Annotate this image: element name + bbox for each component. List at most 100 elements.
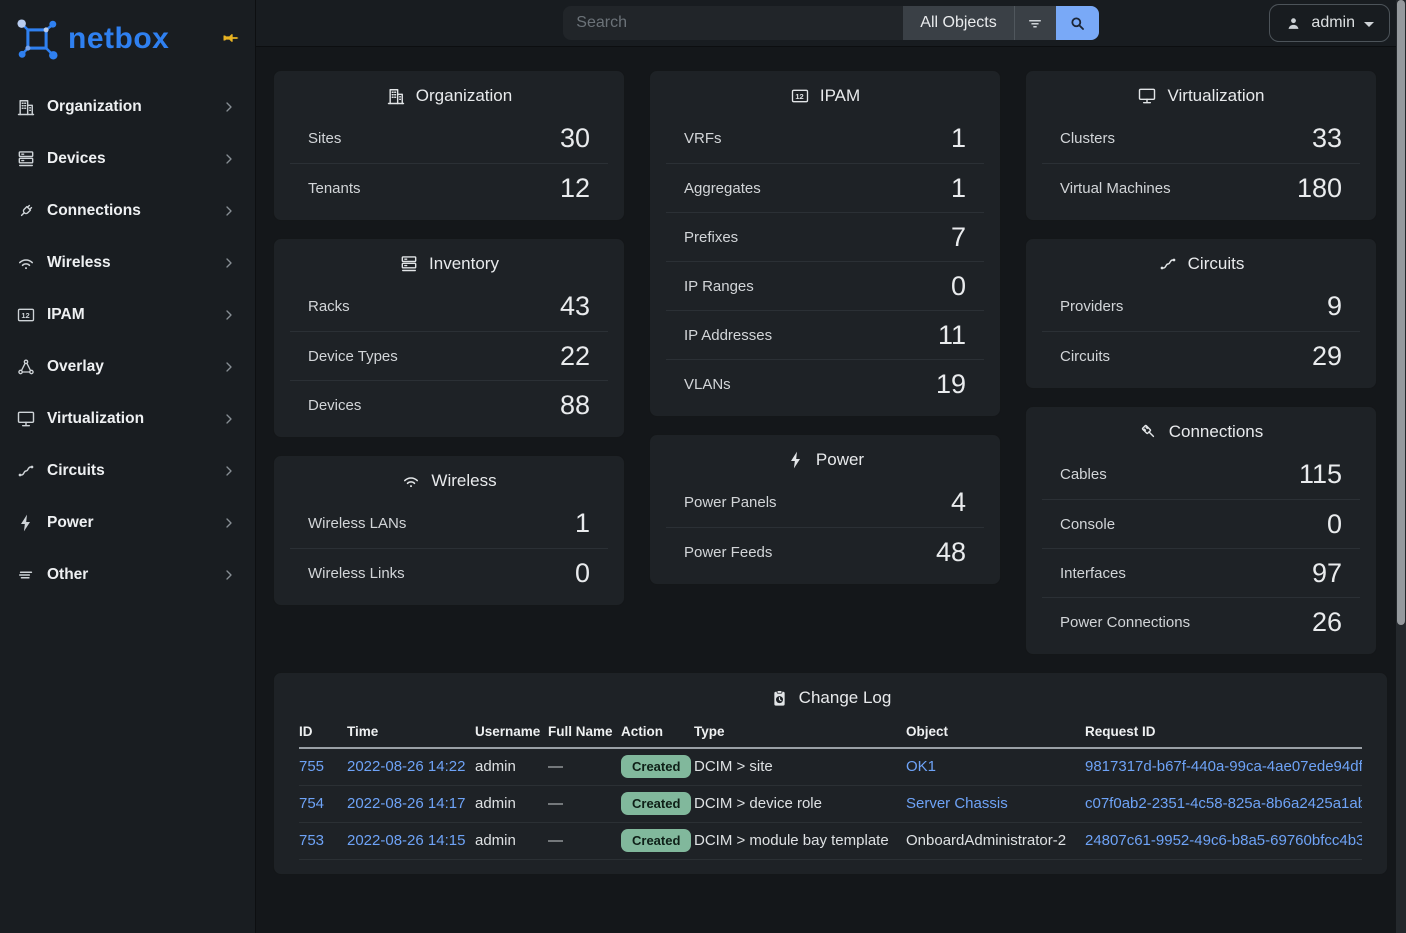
monitor-icon (1137, 86, 1157, 106)
stat-label: Power Connections (1060, 614, 1190, 631)
stat-row-ip-ranges[interactable]: IP Ranges 0 (666, 261, 984, 310)
stat-label: VLANs (684, 376, 731, 393)
sidebar-item-power[interactable]: Power (0, 497, 255, 549)
change-time-link[interactable]: 2022-08-26 14:17 (347, 795, 465, 812)
sidebar-item-label: IPAM (47, 306, 221, 324)
pin-sidebar-button[interactable] (221, 28, 241, 48)
sidebar-item-other[interactable]: Other (0, 549, 255, 601)
chevron-right-icon (221, 307, 237, 323)
column-header-id: ID (299, 714, 347, 748)
search-submit-button[interactable] (1056, 6, 1099, 40)
change-log-header-row: ID Time Username Full Name Action Type O… (299, 714, 1362, 748)
sidebar-item-devices[interactable]: Devices (0, 133, 255, 185)
stat-row-tenants[interactable]: Tenants 12 (290, 163, 608, 212)
sidebar-nav: Organization Devices Connections Wireles… (0, 79, 255, 601)
stat-row-wireless-links[interactable]: Wireless Links 0 (290, 548, 608, 597)
stat-row-vrfs[interactable]: VRFs 1 (666, 114, 984, 163)
card-title: Organization (416, 86, 512, 106)
sidebar-header: netbox (0, 0, 255, 79)
stat-row-virtual-machines[interactable]: Virtual Machines 180 (1042, 163, 1360, 212)
change-id-link[interactable]: 753 (299, 832, 324, 849)
change-type: DCIM > module bay template (694, 832, 889, 849)
stat-row-devices[interactable]: Devices 88 (290, 380, 608, 429)
sidebar-item-connections[interactable]: Connections (0, 185, 255, 237)
chevron-right-icon (221, 203, 237, 219)
sidebar: netbox Organization Devices Connections (0, 0, 256, 933)
filter-button[interactable] (1014, 6, 1056, 40)
stat-row-ip-addresses[interactable]: IP Addresses 11 (666, 310, 984, 359)
request-id-link[interactable]: 9817317d-b67f-440a-99ca-4ae07ede94df (1085, 758, 1362, 775)
change-id-link[interactable]: 755 (299, 758, 324, 775)
lines-icon (16, 565, 36, 585)
sidebar-item-label: Connections (47, 202, 221, 220)
card-title: Virtualization (1167, 86, 1264, 106)
card-virtualization-header: Virtualization (1026, 71, 1376, 112)
change-object-link[interactable]: OK1 (906, 758, 936, 775)
stat-value: 30 (560, 123, 590, 154)
sidebar-item-virtualization[interactable]: Virtualization (0, 393, 255, 445)
change-id-link[interactable]: 754 (299, 795, 324, 812)
monitor-icon (16, 409, 36, 429)
search-icon (1068, 14, 1087, 33)
column-header-action: Action (621, 714, 694, 748)
chevron-right-icon (221, 151, 237, 167)
change-time-link[interactable]: 2022-08-26 14:15 (347, 832, 465, 849)
stat-row-device-types[interactable]: Device Types 22 (290, 331, 608, 380)
sidebar-item-wireless[interactable]: Wireless (0, 237, 255, 289)
stat-row-racks[interactable]: Racks 43 (290, 282, 608, 331)
topbar: All Objects admin (256, 0, 1406, 47)
stat-row-cables[interactable]: Cables 115 (1042, 450, 1360, 499)
card-title: Wireless (431, 471, 496, 491)
change-username: admin (475, 795, 516, 812)
sidebar-item-organization[interactable]: Organization (0, 81, 255, 133)
stat-row-interfaces[interactable]: Interfaces 97 (1042, 548, 1360, 597)
column-header-type: Type (694, 714, 906, 748)
dashboard-column-3: Virtualization Clusters 33 Virtual Machi… (1025, 70, 1377, 655)
user-menu-button[interactable]: admin (1269, 4, 1390, 42)
change-object-link[interactable]: Server Chassis (906, 795, 1008, 812)
card-title: Change Log (799, 688, 892, 708)
stat-value: 1 (951, 173, 966, 204)
stat-row-console[interactable]: Console 0 (1042, 499, 1360, 548)
stat-row-prefixes[interactable]: Prefixes 7 (666, 212, 984, 261)
dashboard-column-1: Organization Sites 30 Tenants 12 Inv (273, 70, 625, 655)
stat-label: Aggregates (684, 180, 761, 197)
card-title: Connections (1169, 422, 1264, 442)
stat-row-power-feeds[interactable]: Power Feeds 48 (666, 527, 984, 576)
page-scrollbar-track[interactable] (1396, 0, 1406, 933)
action-badge: Created (621, 755, 691, 778)
stat-value: 0 (951, 271, 966, 302)
page-scrollbar-thumb[interactable] (1397, 0, 1405, 625)
change-time-link[interactable]: 2022-08-26 14:22 (347, 758, 465, 775)
stat-label: Sites (308, 130, 341, 147)
stat-label: Devices (308, 397, 361, 414)
person-icon (1285, 15, 1302, 32)
stat-row-providers[interactable]: Providers 9 (1042, 282, 1360, 331)
request-id-link[interactable]: c07f0ab2-2351-4c58-825a-8b6a2425a1ab (1085, 795, 1362, 812)
card-inventory: Inventory Racks 43 Device Types 22 Devic… (273, 238, 625, 438)
stat-label: IP Addresses (684, 327, 772, 344)
card-title: IPAM (820, 86, 860, 106)
change-full-name: — (548, 832, 563, 849)
stat-row-sites[interactable]: Sites 30 (290, 114, 608, 163)
sidebar-item-ipam[interactable]: IPAM (0, 289, 255, 341)
stat-row-wireless-lans[interactable]: Wireless LANs 1 (290, 499, 608, 548)
sidebar-item-overlay[interactable]: Overlay (0, 341, 255, 393)
stat-row-power-connections[interactable]: Power Connections 26 (1042, 597, 1360, 646)
stat-row-power-panels[interactable]: Power Panels 4 (666, 478, 984, 527)
stat-row-clusters[interactable]: Clusters 33 (1042, 114, 1360, 163)
sidebar-item-label: Overlay (47, 358, 221, 376)
stat-row-circuits[interactable]: Circuits 29 (1042, 331, 1360, 380)
bolt-icon (786, 450, 806, 470)
change-object: OnboardAdministrator-2 (906, 832, 1066, 849)
sidebar-item-circuits[interactable]: Circuits (0, 445, 255, 497)
stat-row-vlans[interactable]: VLANs 19 (666, 359, 984, 408)
stat-value: 22 (560, 341, 590, 372)
search-input[interactable] (563, 6, 903, 40)
stat-value: 11 (938, 320, 966, 351)
stat-row-aggregates[interactable]: Aggregates 1 (666, 163, 984, 212)
search-scope-dropdown[interactable]: All Objects (903, 6, 1013, 40)
netbox-logo[interactable]: netbox (14, 16, 169, 62)
chevron-right-icon (221, 515, 237, 531)
request-id-link[interactable]: 24807c61-9952-49c6-b8a5-69760bfcc4b3 (1085, 832, 1362, 849)
